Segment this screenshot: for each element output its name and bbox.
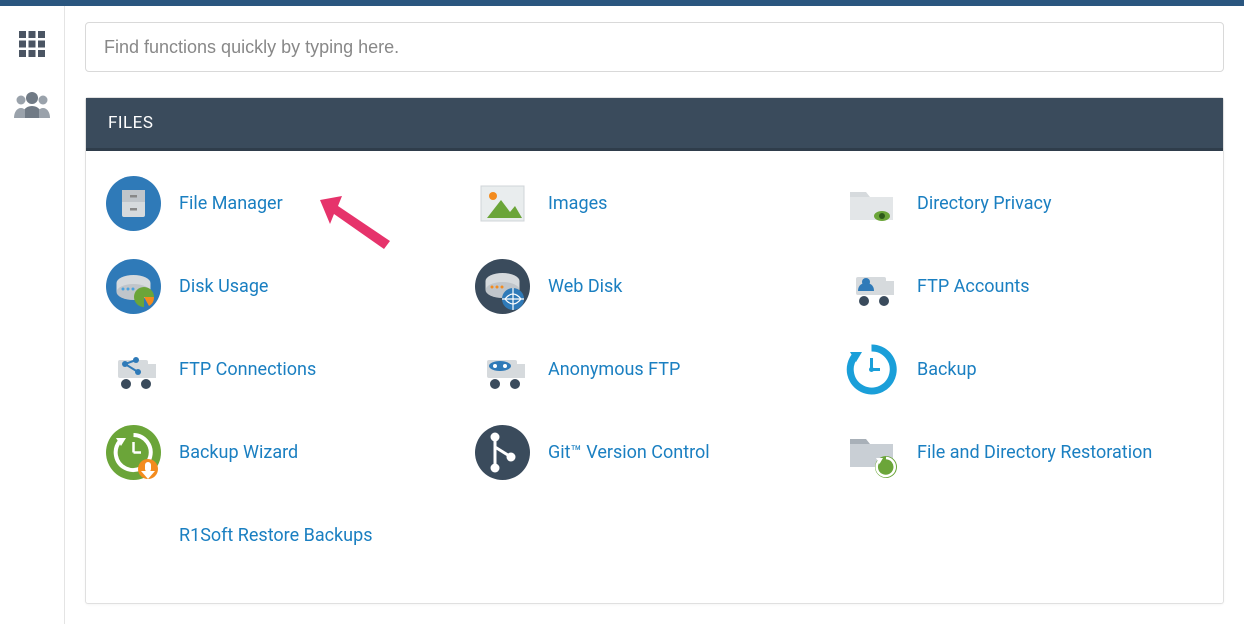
apps-grid: File Manager Images	[106, 176, 1203, 563]
backup-icon	[844, 342, 899, 397]
app-label: File and Directory Restoration	[917, 442, 1152, 463]
web-disk-icon	[475, 259, 530, 314]
panel-body: File Manager Images	[86, 151, 1223, 603]
app-label: Images	[548, 193, 607, 214]
file-manager-icon	[106, 176, 161, 231]
app-backup[interactable]: Backup	[844, 342, 1203, 397]
app-r1soft-restore[interactable]: R1Soft Restore Backups	[106, 508, 465, 563]
app-label: Git™ Version Control	[548, 442, 710, 463]
app-label: Anonymous FTP	[548, 359, 680, 380]
sidebar	[0, 6, 65, 624]
ftp-connections-icon	[106, 342, 161, 397]
search-input[interactable]	[85, 22, 1224, 72]
ftp-accounts-icon	[844, 259, 899, 314]
app-backup-wizard[interactable]: Backup Wizard	[106, 425, 465, 480]
app-directory-privacy[interactable]: Directory Privacy	[844, 176, 1203, 231]
app-label: Directory Privacy	[917, 193, 1051, 214]
app-disk-usage[interactable]: Disk Usage	[106, 259, 465, 314]
backup-wizard-icon	[106, 425, 161, 480]
images-icon	[475, 176, 530, 231]
app-label: Web Disk	[548, 276, 622, 297]
file-directory-restoration-icon	[844, 425, 899, 480]
panel-title: FILES	[108, 113, 153, 133]
app-ftp-connections[interactable]: FTP Connections	[106, 342, 465, 397]
users-icon[interactable]	[12, 84, 52, 124]
directory-privacy-icon	[844, 176, 899, 231]
app-git-version-control[interactable]: Git™ Version Control	[475, 425, 834, 480]
app-images[interactable]: Images	[475, 176, 834, 231]
apps-grid-icon[interactable]	[12, 24, 52, 64]
main-content: FILES	[65, 6, 1244, 624]
app-ftp-accounts[interactable]: FTP Accounts	[844, 259, 1203, 314]
app-label: File Manager	[179, 193, 283, 214]
app-file-manager[interactable]: File Manager	[106, 176, 465, 231]
app-label: Backup Wizard	[179, 442, 298, 463]
app-web-disk[interactable]: Web Disk	[475, 259, 834, 314]
app-label: Disk Usage	[179, 276, 268, 297]
app-label: FTP Connections	[179, 359, 316, 380]
disk-usage-icon	[106, 259, 161, 314]
app-label: Backup	[917, 359, 977, 380]
app-anonymous-ftp[interactable]: Anonymous FTP	[475, 342, 834, 397]
app-label: R1Soft Restore Backups	[179, 525, 373, 546]
app-file-directory-restoration[interactable]: File and Directory Restoration	[844, 425, 1203, 480]
app-label: FTP Accounts	[917, 276, 1030, 297]
anonymous-ftp-icon	[475, 342, 530, 397]
panel-header[interactable]: FILES	[86, 98, 1223, 151]
files-panel: FILES	[85, 97, 1224, 604]
git-icon	[475, 425, 530, 480]
